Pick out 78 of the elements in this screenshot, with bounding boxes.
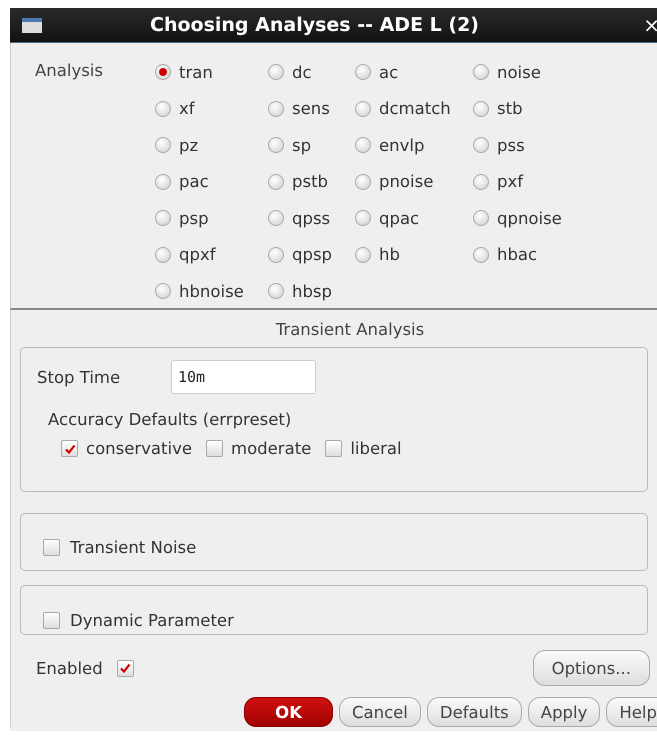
radio-button[interactable] <box>268 283 284 299</box>
radio-button[interactable] <box>473 64 489 80</box>
radio-label: noise <box>497 62 541 82</box>
radio-button[interactable] <box>355 100 371 116</box>
enabled-label: Enabled <box>36 658 103 678</box>
radio-label: pstb <box>292 172 328 191</box>
dialog-button[interactable]: OK <box>244 697 333 727</box>
radio-button[interactable] <box>355 137 371 153</box>
options-button[interactable]: Options... <box>532 650 650 686</box>
radio-button[interactable] <box>155 210 171 226</box>
radio-button[interactable] <box>473 174 489 190</box>
radio-button[interactable] <box>155 283 171 299</box>
radio-button[interactable] <box>473 210 489 226</box>
stop-time-field[interactable]: 10m <box>171 360 316 394</box>
radio-button[interactable] <box>155 246 171 262</box>
radio-label: pss <box>497 136 525 154</box>
analysis-label: Analysis <box>35 61 104 82</box>
radio-button[interactable] <box>473 100 489 116</box>
radio-button[interactable] <box>268 210 284 226</box>
checkbox[interactable] <box>325 440 342 457</box>
checkbox[interactable] <box>43 538 60 556</box>
checkbox-label: conservative <box>86 439 192 458</box>
accuracy-label: Accuracy Defaults (errpreset) <box>48 410 292 429</box>
radio-label: pnoise <box>379 172 434 191</box>
close-button[interactable]: × <box>643 13 657 37</box>
dialog-button[interactable]: Cancel <box>338 697 421 727</box>
radio-button[interactable] <box>155 174 171 190</box>
radio-label: ac <box>379 62 398 82</box>
radio-label: hbnoise <box>179 282 244 300</box>
radio-label: stb <box>497 99 523 118</box>
checkbox-label: liberal <box>350 439 402 458</box>
radio-label: qpsp <box>292 245 332 264</box>
section-title: Transient Analysis <box>274 320 426 339</box>
dialog-button[interactable]: Apply <box>528 697 600 727</box>
radio-button[interactable] <box>268 137 284 153</box>
radio-button[interactable] <box>155 100 171 116</box>
radio-button[interactable] <box>268 174 284 190</box>
radio-button[interactable] <box>155 64 171 80</box>
radio-button[interactable] <box>355 210 371 226</box>
checkbox[interactable] <box>43 612 60 628</box>
radio-button[interactable] <box>355 246 371 262</box>
radio-button[interactable] <box>155 137 171 153</box>
radio-label: envlp <box>379 136 424 154</box>
radio-button[interactable] <box>355 64 371 80</box>
radio-label: hb <box>379 245 400 264</box>
radio-button[interactable] <box>355 174 371 190</box>
radio-label: sp <box>292 136 312 154</box>
window-icon <box>22 18 42 32</box>
checkbox-label: Transient Noise <box>70 538 196 556</box>
radio-label: qpxf <box>179 245 216 264</box>
radio-label: dcmatch <box>379 99 451 118</box>
dialog-button[interactable]: Defaults <box>426 697 522 727</box>
checkbox-label: Dynamic Parameter <box>70 610 234 630</box>
window-title: Choosing Analyses -- ADE L (2) <box>150 14 479 36</box>
checkbox[interactable] <box>116 660 134 676</box>
radio-label: qpnoise <box>497 208 562 228</box>
radio-button[interactable] <box>473 246 489 262</box>
radio-button[interactable] <box>268 64 284 80</box>
radio-label: dc <box>292 62 312 82</box>
checkbox[interactable] <box>206 440 224 457</box>
radio-button[interactable] <box>268 246 284 262</box>
checkbox[interactable] <box>61 440 78 457</box>
radio-label: hbac <box>497 245 538 264</box>
radio-label: qpac <box>379 208 420 228</box>
radio-label: xf <box>179 99 195 118</box>
radio-label: tran <box>179 62 213 82</box>
radio-button[interactable] <box>268 100 284 116</box>
radio-label: pac <box>179 172 209 191</box>
stop-time-label: Stop Time <box>37 368 122 386</box>
dialog-button[interactable]: Help <box>606 697 657 727</box>
radio-label: hbsp <box>292 282 332 300</box>
radio-label: psp <box>179 208 209 228</box>
radio-label: qpss <box>292 208 330 228</box>
radio-label: pz <box>179 136 198 154</box>
radio-button[interactable] <box>473 137 489 153</box>
checkbox-label: moderate <box>231 439 312 458</box>
radio-label: sens <box>292 99 330 118</box>
radio-label: pxf <box>497 172 524 191</box>
